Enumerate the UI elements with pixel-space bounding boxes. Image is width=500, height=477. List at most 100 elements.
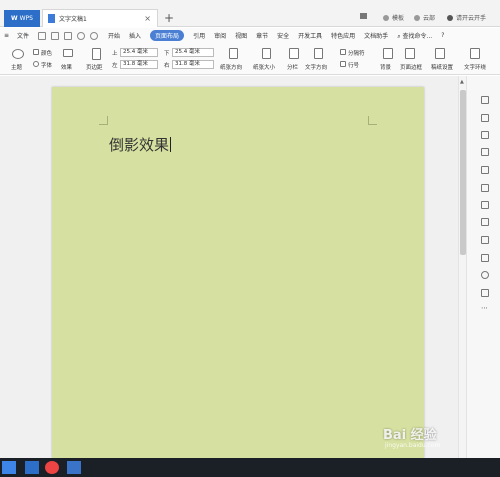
colors-icon bbox=[33, 49, 39, 55]
bottom-margin-label: 下 bbox=[164, 51, 170, 57]
margin-corner-top-left bbox=[99, 116, 108, 125]
right-margin-field[interactable]: 31.8 毫米 bbox=[172, 60, 214, 69]
document-body-text[interactable]: 倒影效果 bbox=[109, 134, 172, 155]
image-icon[interactable] bbox=[481, 254, 489, 262]
menu-insert[interactable]: 插入 bbox=[129, 31, 141, 40]
menu-doc-assistant[interactable]: 文档助手 bbox=[364, 31, 388, 40]
window-mode-icon[interactable] bbox=[360, 13, 367, 19]
adjust-icon[interactable] bbox=[481, 148, 489, 156]
effects-button[interactable]: 效果 bbox=[61, 63, 72, 71]
menu-references[interactable]: 引用 bbox=[193, 31, 205, 40]
menu-page-layout[interactable]: 页面布局 bbox=[150, 30, 185, 41]
menu-home[interactable]: 开始 bbox=[108, 31, 120, 40]
bottom-margin-field[interactable]: 25.4 毫米 bbox=[172, 48, 214, 57]
menu-file[interactable]: 文件 bbox=[17, 31, 29, 40]
new-tab-button[interactable]: + bbox=[164, 11, 174, 25]
preview-icon[interactable] bbox=[64, 31, 73, 40]
skin-button[interactable]: 模板 bbox=[383, 13, 404, 22]
columns-icon[interactable] bbox=[289, 48, 299, 59]
skin-icon bbox=[383, 14, 389, 21]
paper-size-button[interactable]: 纸张大小 bbox=[253, 63, 275, 71]
menu-review[interactable]: 审阅 bbox=[214, 31, 226, 40]
watermark-logo: Bai 经验 bbox=[383, 428, 437, 443]
help-panel-icon[interactable] bbox=[481, 289, 489, 297]
paper-setup-icon[interactable] bbox=[435, 48, 445, 59]
margins-button[interactable]: 页边距 bbox=[86, 63, 103, 71]
margins-icon[interactable] bbox=[92, 48, 101, 60]
history-icon[interactable] bbox=[481, 271, 489, 279]
menu-security[interactable]: 安全 bbox=[277, 31, 289, 40]
save-icon[interactable] bbox=[38, 31, 47, 40]
text-wrap-button[interactable]: 文字环绕 bbox=[464, 63, 486, 71]
fonts-button[interactable]: 字体 bbox=[41, 61, 52, 69]
page-border-button[interactable]: 页面边框 bbox=[400, 63, 422, 71]
menu-bar: ≡ 文件 开始 插入 页面布局 引用 审阅 视图 章节 安全 开发工具 特色应用… bbox=[0, 28, 500, 43]
menu-special-apps[interactable]: 特色应用 bbox=[331, 31, 355, 40]
top-margin-label: 上 bbox=[112, 51, 118, 57]
select-icon[interactable] bbox=[481, 114, 489, 122]
menu-section[interactable]: 章节 bbox=[256, 31, 268, 40]
text-direction-button[interactable]: 文字方向 bbox=[305, 63, 327, 71]
user-button[interactable]: 请开云开手 bbox=[447, 13, 486, 22]
theme-button[interactable]: 主题 bbox=[11, 63, 22, 71]
style-icon[interactable] bbox=[481, 96, 489, 104]
wps-app-tab-label: WPS bbox=[19, 15, 33, 22]
page-border-icon[interactable] bbox=[405, 48, 415, 59]
wps-app-tab[interactable]: W WPS bbox=[4, 10, 40, 27]
right-margin-label: 右 bbox=[164, 63, 170, 69]
text-wrap-icon[interactable] bbox=[470, 48, 480, 59]
wps-taskbar-icon[interactable] bbox=[67, 461, 81, 474]
paper-size-icon[interactable] bbox=[262, 48, 271, 59]
vertical-scrollbar[interactable]: ▲ bbox=[458, 76, 466, 458]
ribbon-page-layout: 主题 颜色 字体 效果 页边距 上 25.4 毫米 左 31.8 毫米 下 25… bbox=[0, 43, 500, 75]
redo-icon[interactable] bbox=[90, 31, 99, 40]
clipboard-icon[interactable] bbox=[481, 166, 489, 174]
scroll-up-icon[interactable]: ▲ bbox=[460, 79, 464, 85]
avatar bbox=[447, 14, 453, 21]
colors-button[interactable]: 颜色 bbox=[41, 49, 52, 57]
tools-button[interactable]: 云部 bbox=[414, 13, 435, 22]
search-icon: ⌕ bbox=[397, 32, 401, 40]
line-numbers-button[interactable]: 行号 bbox=[348, 61, 359, 69]
user-label: 请开云开手 bbox=[456, 15, 487, 22]
close-tab-icon[interactable]: × bbox=[144, 14, 151, 23]
document-page[interactable] bbox=[52, 87, 424, 458]
start-icon[interactable] bbox=[2, 461, 16, 474]
menu-lines-icon[interactable]: ≡ bbox=[4, 32, 12, 40]
tools-label: 云部 bbox=[423, 15, 436, 22]
taskbar-app-icon[interactable] bbox=[25, 461, 39, 474]
browser-icon[interactable] bbox=[45, 461, 59, 474]
top-margin-field[interactable]: 25.4 毫米 bbox=[120, 48, 158, 57]
star-icon[interactable] bbox=[481, 184, 489, 192]
theme-icon[interactable] bbox=[12, 49, 24, 59]
breaks-button[interactable]: 分隔符 bbox=[348, 49, 365, 57]
document-tab-label: 文字文稿1 bbox=[59, 16, 87, 23]
orientation-button[interactable]: 纸张方向 bbox=[220, 63, 242, 71]
background-icon[interactable] bbox=[383, 48, 393, 59]
effects-icon[interactable] bbox=[63, 49, 73, 57]
command-search-label: 查找命令... bbox=[402, 32, 433, 40]
table-icon[interactable] bbox=[481, 236, 489, 244]
columns-button[interactable]: 分栏 bbox=[287, 63, 298, 71]
share-icon[interactable] bbox=[481, 201, 489, 209]
menu-view[interactable]: 视图 bbox=[235, 31, 247, 40]
paper-setup-button[interactable]: 稿纸设置 bbox=[431, 63, 453, 71]
breaks-icon bbox=[340, 49, 346, 55]
undo-icon[interactable] bbox=[77, 31, 86, 40]
more-icon[interactable]: ⋯ bbox=[481, 304, 488, 312]
wps-logo-icon: W bbox=[11, 15, 18, 22]
command-search[interactable]: ⌕ 查找命令... bbox=[397, 31, 432, 41]
text-direction-icon[interactable] bbox=[314, 48, 323, 59]
orientation-icon[interactable] bbox=[229, 48, 238, 59]
watermark-url: jingyan.baidu.com bbox=[385, 442, 441, 449]
menu-developer[interactable]: 开发工具 bbox=[298, 31, 322, 40]
help-button[interactable]: ? bbox=[441, 32, 444, 39]
background-button[interactable]: 背景 bbox=[380, 63, 391, 71]
print-icon[interactable] bbox=[51, 31, 60, 40]
tools-icon bbox=[414, 14, 420, 21]
document-tab[interactable]: 文字文稿1 × bbox=[42, 9, 158, 27]
left-margin-field[interactable]: 31.8 毫米 bbox=[120, 60, 158, 69]
shapes-icon[interactable] bbox=[481, 131, 489, 139]
library-icon[interactable] bbox=[481, 218, 489, 226]
text-cursor bbox=[170, 137, 172, 152]
